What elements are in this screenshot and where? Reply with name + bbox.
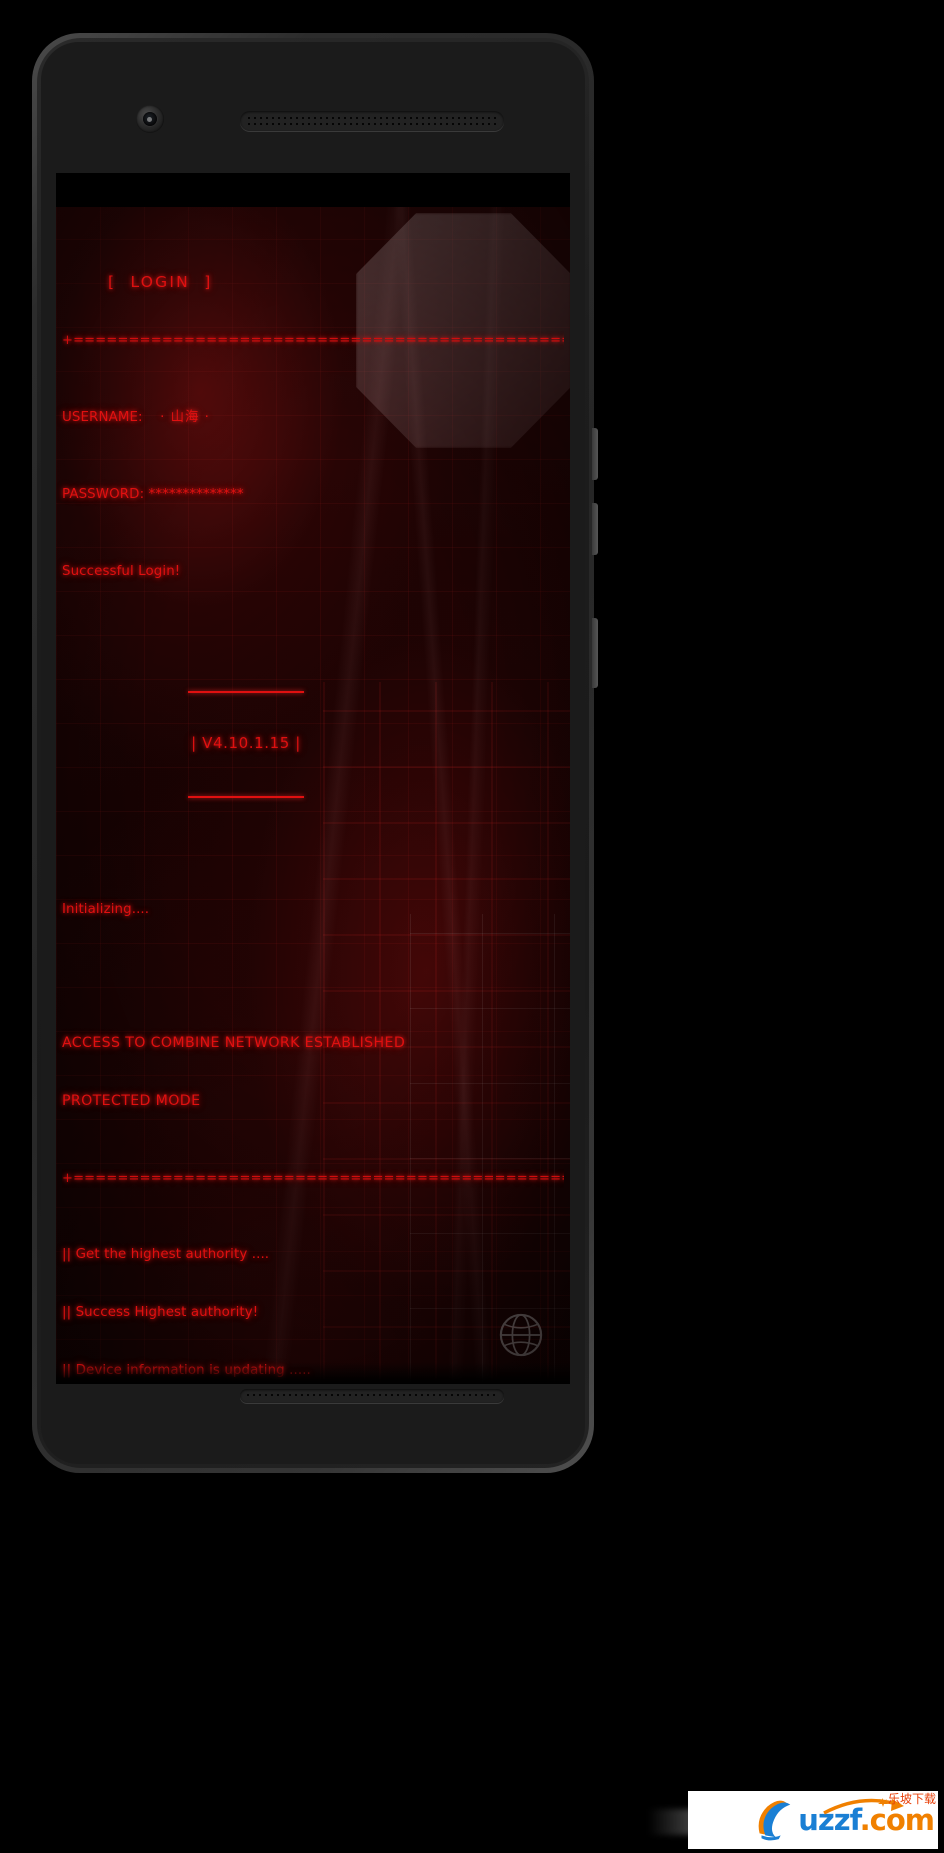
username-value: · 山海 ·: [160, 410, 210, 426]
separator-authority-top: +=======================================…: [62, 1170, 564, 1186]
volume-down-button[interactable]: [592, 503, 598, 555]
version-plate: | V4.10.1.15 |: [188, 652, 304, 836]
authority-line: || Success Highest authority!: [62, 1304, 259, 1320]
version-rule-bottom: [188, 795, 304, 798]
terminal-output[interactable]: [ LOGIN ] +=============================…: [56, 207, 570, 1384]
bottom-speaker-grille-icon: [240, 1389, 504, 1403]
phone-device-mockup: [ LOGIN ] +=============================…: [32, 33, 598, 1473]
earpiece-speaker-icon: [240, 111, 504, 131]
speaker-dots: [246, 115, 498, 127]
blue-wave-logo-icon: [758, 1800, 791, 1841]
password-value: **************: [148, 486, 244, 502]
screen-top-letterbox: [56, 173, 570, 207]
version-text: | V4.10.1.15 |: [191, 734, 301, 753]
version-rule-top: [188, 690, 304, 693]
access-line-1: ACCESS TO COMBINE NETWORK ESTABLISHED: [62, 1035, 406, 1052]
login-status: Successful Login!: [62, 563, 181, 579]
initializing-line: Initializing....: [62, 901, 150, 917]
watermark-content: uzzf.com 乐坡下载: [750, 1792, 936, 1843]
separator-top: +=======================================…: [62, 333, 564, 349]
front-camera-icon: [136, 105, 164, 133]
watermark-chinese-label: 乐坡下载: [887, 1791, 936, 1806]
bottom-speaker-dots: [245, 1392, 499, 1400]
login-title: [ LOGIN ]: [108, 272, 213, 291]
volume-up-button[interactable]: [592, 428, 598, 480]
access-line-2: PROTECTED MODE: [62, 1092, 201, 1109]
watermark-text-wrap: uzzf.com 乐坡下载: [798, 1792, 936, 1835]
phone-screen[interactable]: [ LOGIN ] +=============================…: [56, 173, 570, 1384]
power-button[interactable]: [592, 618, 598, 688]
authority-line: || Device information is updating .....: [62, 1362, 311, 1378]
site-watermark: uzzf.com 乐坡下载: [648, 1781, 938, 1849]
authority-line: || Get the highest authority ....: [62, 1247, 270, 1263]
username-label: USERNAME:: [62, 410, 143, 426]
username-row: USERNAME: · 山海 ·: [62, 408, 564, 427]
password-row: PASSWORD: **************: [62, 485, 564, 504]
password-label: PASSWORD:: [62, 486, 145, 502]
